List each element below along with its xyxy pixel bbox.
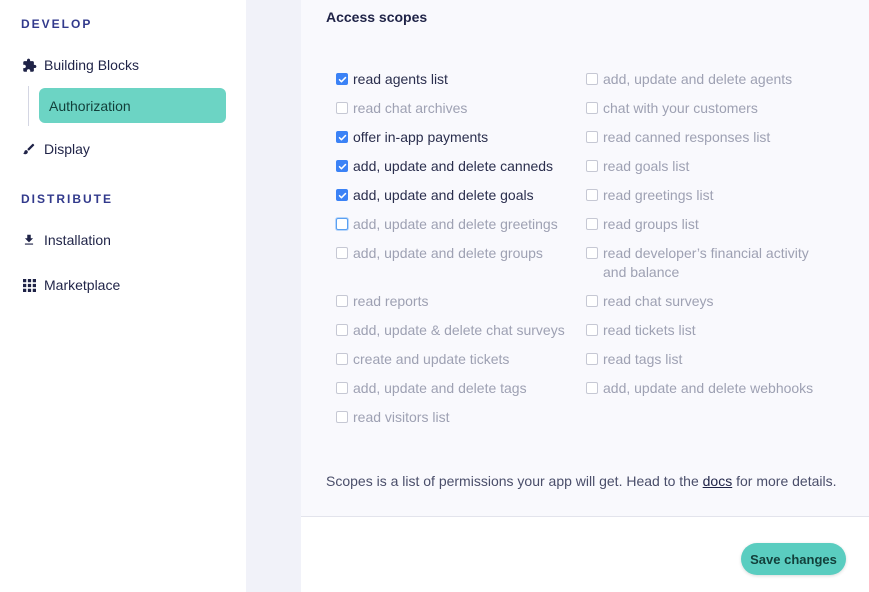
checkbox[interactable] [336, 411, 348, 423]
checkbox[interactable] [336, 353, 348, 365]
checkbox[interactable] [586, 131, 598, 143]
scope-label: read reports [353, 293, 429, 309]
checkbox[interactable] [336, 247, 348, 259]
scope-label: chat with your customers [603, 100, 758, 116]
nav-authorization[interactable]: Authorization [39, 88, 226, 123]
scope-label: read tickets list [603, 322, 696, 338]
checkbox[interactable] [586, 102, 598, 114]
checkbox-checked[interactable] [336, 160, 348, 172]
scope-item[interactable]: add, update and delete groups [336, 244, 543, 263]
scope-item[interactable]: read groups list [586, 215, 699, 234]
nav-marketplace-label: Marketplace [44, 277, 121, 293]
checkbox[interactable] [586, 160, 598, 172]
scope-item[interactable]: read reports [336, 292, 428, 311]
scope-item[interactable]: add, update and delete webhooks [586, 379, 813, 398]
checkbox[interactable] [336, 218, 348, 230]
scopes-note-text: Scopes is a list of permissions your app… [326, 473, 703, 489]
docs-link[interactable]: docs [703, 473, 733, 489]
scope-label: read goals list [603, 158, 690, 174]
checkbox[interactable] [586, 324, 598, 336]
puzzle-icon [21, 57, 37, 73]
scope-label: read visitors list [353, 409, 450, 425]
scope-label: read groups list [603, 216, 699, 232]
scope-item[interactable]: chat with your customers [586, 99, 758, 118]
scope-label: add, update & delete chat surveys [353, 322, 565, 338]
checkbox[interactable] [586, 382, 598, 394]
scopes-note: Scopes is a list of permissions your app… [326, 473, 836, 489]
scope-label: read tags list [603, 351, 683, 367]
nav-building-blocks-label: Building Blocks [44, 57, 139, 73]
scope-label: read canned responses list [603, 129, 771, 145]
checkbox[interactable] [336, 295, 348, 307]
download-icon [21, 232, 37, 248]
checkbox[interactable] [586, 73, 598, 85]
scope-item[interactable]: add, update and delete greetings [336, 215, 558, 234]
scope-item[interactable]: read tickets list [586, 321, 696, 340]
scope-item[interactable]: read visitors list [336, 408, 449, 427]
save-changes-button[interactable]: Save changes [741, 543, 846, 575]
checkbox[interactable] [336, 102, 348, 114]
sidebar: DEVELOP Building Blocks Authorization Di… [0, 0, 246, 592]
scope-label: add, update and delete groups [353, 245, 543, 261]
scope-item[interactable]: offer in-app payments [336, 128, 488, 147]
subnav-divider [28, 86, 29, 126]
checkbox-checked[interactable] [336, 73, 348, 85]
checkbox[interactable] [586, 218, 598, 230]
grid-icon [21, 277, 37, 293]
scope-item[interactable]: read goals list [586, 157, 689, 176]
scope-item[interactable]: read tags list [586, 350, 682, 369]
nav-display[interactable]: Display [21, 141, 90, 157]
checkbox[interactable] [586, 247, 598, 259]
panel-title: Access scopes [326, 9, 428, 25]
scope-label: add, update and delete webhooks [603, 380, 814, 396]
scope-item[interactable]: read chat archives [336, 99, 467, 118]
scope-item[interactable]: read agents list [336, 70, 448, 89]
brush-icon [21, 141, 37, 157]
checkbox-checked[interactable] [336, 131, 348, 143]
scope-item[interactable]: create and update tickets [336, 350, 509, 369]
scope-item[interactable]: read greetings list [586, 186, 714, 205]
nav-installation[interactable]: Installation [21, 232, 111, 248]
nav-building-blocks[interactable]: Building Blocks [21, 57, 139, 73]
scope-label: add, update and delete tags [353, 380, 527, 396]
scope-item[interactable]: read chat surveys [586, 292, 714, 311]
scope-label: read developer’s financial activity and … [603, 245, 809, 280]
scope-item[interactable]: read canned responses list [586, 128, 770, 147]
checkbox[interactable] [336, 382, 348, 394]
scope-label: read chat surveys [603, 293, 714, 309]
scopes-note-suffix: for more details. [732, 473, 837, 489]
scope-item[interactable]: add, update and delete agents [586, 70, 792, 89]
checkbox[interactable] [586, 295, 598, 307]
scope-label: add, update and delete agents [603, 71, 793, 87]
checkbox-checked[interactable] [336, 189, 348, 201]
scope-item[interactable]: add, update and delete canneds [336, 157, 553, 176]
scope-label: create and update tickets [353, 351, 510, 367]
scope-label: add, update and delete goals [353, 187, 534, 203]
scope-label: read chat archives [353, 100, 468, 116]
scope-label: add, update and delete greetings [353, 216, 558, 232]
nav-display-label: Display [44, 141, 90, 157]
checkbox[interactable] [336, 324, 348, 336]
scope-item[interactable]: add, update and delete goals [336, 186, 534, 205]
scope-item[interactable]: read developer’s financial activity and … [586, 244, 826, 282]
section-title-develop: DEVELOP [21, 17, 93, 31]
nav-marketplace[interactable]: Marketplace [21, 277, 120, 293]
nav-installation-label: Installation [44, 232, 111, 248]
scope-label: read greetings list [603, 187, 714, 203]
scope-label: offer in-app payments [353, 129, 489, 145]
section-title-distribute: DISTRIBUTE [21, 192, 113, 206]
scope-item[interactable]: add, update & delete chat surveys [336, 321, 565, 340]
checkbox[interactable] [586, 353, 598, 365]
scope-label: add, update and delete canneds [353, 158, 554, 174]
checkbox[interactable] [586, 189, 598, 201]
scope-item[interactable]: add, update and delete tags [336, 379, 527, 398]
scope-label: read agents list [353, 71, 448, 87]
